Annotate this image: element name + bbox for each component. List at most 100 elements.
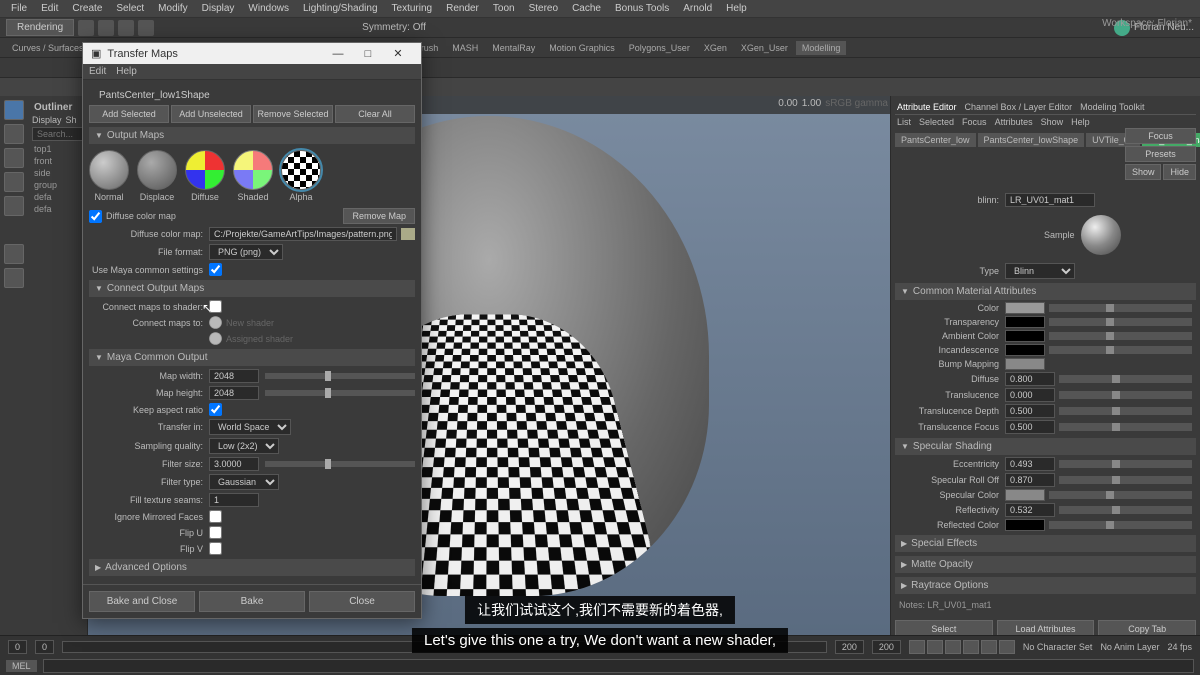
- color-swatch[interactable]: [1005, 358, 1045, 370]
- add-selected-button[interactable]: Add Selected: [89, 105, 169, 123]
- slider[interactable]: [1049, 346, 1192, 354]
- menu-toon[interactable]: Toon: [486, 3, 522, 14]
- section-raytrace[interactable]: Raytrace Options: [895, 577, 1196, 594]
- menu-bonus[interactable]: Bonus Tools: [608, 3, 676, 14]
- outliner-col[interactable]: Display: [32, 115, 62, 125]
- focus-field[interactable]: [1005, 420, 1055, 434]
- bake-button[interactable]: Bake: [199, 591, 305, 612]
- sampling-dropdown[interactable]: Low (2x2): [209, 438, 279, 454]
- mel-label[interactable]: MEL: [6, 660, 37, 672]
- color-swatch[interactable]: [1005, 344, 1045, 356]
- roll-field[interactable]: [1005, 473, 1055, 487]
- ignore-checkbox[interactable]: [209, 510, 222, 523]
- toolbar-icon[interactable]: [138, 20, 154, 36]
- shelf-tab[interactable]: MentalRay: [486, 41, 541, 55]
- color-swatch[interactable]: [1005, 519, 1045, 531]
- menu-edit[interactable]: Edit: [34, 3, 65, 14]
- menu-arnold[interactable]: Arnold: [676, 3, 719, 14]
- slider[interactable]: [1059, 476, 1192, 484]
- transfer-dropdown[interactable]: World Space: [209, 419, 291, 435]
- flipv-checkbox[interactable]: [209, 542, 222, 555]
- move-tool[interactable]: [4, 148, 24, 168]
- section-specular[interactable]: Specular Shading: [895, 438, 1196, 455]
- color-swatch[interactable]: [1005, 489, 1045, 501]
- outliner-item[interactable]: front: [32, 155, 83, 167]
- bc-item[interactable]: PantsCenter_lowShape: [978, 133, 1085, 147]
- shelf-tab[interactable]: Polygons_User: [623, 41, 696, 55]
- attr-menu[interactable]: Help: [1071, 117, 1090, 127]
- slider[interactable]: [1059, 506, 1192, 514]
- map-displace[interactable]: Displace: [137, 150, 177, 202]
- tool[interactable]: [4, 244, 24, 264]
- range-start[interactable]: 0: [8, 640, 27, 654]
- browse-folder-icon[interactable]: [401, 228, 415, 240]
- tool[interactable]: [4, 268, 24, 288]
- remove-selected-button[interactable]: Remove Selected: [253, 105, 333, 123]
- attr-menu[interactable]: List: [897, 117, 911, 127]
- blinn-name-field[interactable]: [1005, 193, 1095, 207]
- tab-attr-editor[interactable]: Attribute Editor: [897, 102, 957, 112]
- toolbar-icon[interactable]: [78, 20, 94, 36]
- slider[interactable]: [265, 461, 415, 467]
- range-end[interactable]: 200: [872, 640, 901, 654]
- load-attrs-button[interactable]: Load Attributes: [997, 620, 1095, 635]
- menu-modify[interactable]: Modify: [151, 3, 194, 14]
- rewind-icon[interactable]: [909, 640, 925, 654]
- map-diffuse[interactable]: Diffuse: [185, 150, 225, 202]
- type-dropdown[interactable]: Blinn: [1005, 263, 1075, 279]
- tab-modeling[interactable]: Modeling Toolkit: [1080, 102, 1144, 112]
- menu-file[interactable]: File: [4, 3, 34, 14]
- map-shaded[interactable]: Shaded: [233, 150, 273, 202]
- maya-common-checkbox[interactable]: [209, 263, 222, 276]
- menu-stereo[interactable]: Stereo: [522, 3, 565, 14]
- menu-display[interactable]: Display: [195, 3, 242, 14]
- color-swatch[interactable]: [1005, 330, 1045, 342]
- slider[interactable]: [1049, 304, 1192, 312]
- presets-button[interactable]: Presets: [1125, 146, 1196, 162]
- bake-close-button[interactable]: Bake and Close: [89, 591, 195, 612]
- step-back-icon[interactable]: [927, 640, 943, 654]
- slider[interactable]: [265, 373, 415, 379]
- fps-dropdown[interactable]: 24 fps: [1167, 642, 1192, 652]
- menu-render[interactable]: Render: [439, 3, 486, 14]
- section-matte[interactable]: Matte Opacity: [895, 556, 1196, 573]
- aspect-checkbox[interactable]: [209, 403, 222, 416]
- lasso-tool[interactable]: [4, 124, 24, 144]
- shelf-tab[interactable]: MASH: [446, 41, 484, 55]
- dialog-titlebar[interactable]: ▣ Transfer Maps — □ ✕: [83, 43, 421, 64]
- vp-gamma[interactable]: sRGB gamma: [825, 98, 888, 112]
- remove-map-button[interactable]: Remove Map: [343, 208, 415, 224]
- slider[interactable]: [1049, 491, 1192, 499]
- outliner-item[interactable]: side: [32, 167, 83, 179]
- shelf-tab[interactable]: XGen: [698, 41, 733, 55]
- target-shape-name[interactable]: PantsCenter_low1Shape: [89, 90, 415, 101]
- section-common-material[interactable]: Common Material Attributes: [895, 283, 1196, 300]
- tab-channel-box[interactable]: Channel Box / Layer Editor: [965, 102, 1073, 112]
- menu-create[interactable]: Create: [65, 3, 109, 14]
- diffuse-field[interactable]: [1005, 372, 1055, 386]
- dialog-help-menu[interactable]: Help: [116, 66, 137, 77]
- clear-all-button[interactable]: Clear All: [335, 105, 415, 123]
- hide-button[interactable]: Hide: [1163, 164, 1196, 180]
- outliner-item[interactable]: defa: [32, 203, 83, 215]
- filter-type-dropdown[interactable]: Gaussian: [209, 474, 279, 490]
- map-normal[interactable]: Normal: [89, 150, 129, 202]
- add-unselected-button[interactable]: Add Unselected: [171, 105, 251, 123]
- depth-field[interactable]: [1005, 404, 1055, 418]
- shelf-tab[interactable]: Motion Graphics: [543, 41, 621, 55]
- minimize-button[interactable]: —: [323, 48, 353, 60]
- outliner-item[interactable]: group: [32, 179, 83, 191]
- close-button[interactable]: Close: [309, 591, 415, 612]
- maximize-button[interactable]: □: [353, 48, 383, 60]
- ecc-field[interactable]: [1005, 457, 1055, 471]
- command-input[interactable]: [43, 659, 1194, 673]
- diffuse-map-checkbox[interactable]: [89, 210, 102, 223]
- section-output-maps[interactable]: Output Maps: [89, 127, 415, 144]
- dialog-edit-menu[interactable]: Edit: [89, 66, 106, 77]
- outliner-col[interactable]: Sh: [66, 115, 77, 125]
- outliner-item[interactable]: top1: [32, 143, 83, 155]
- toolbar-icon[interactable]: [118, 20, 134, 36]
- select-tool[interactable]: [4, 100, 24, 120]
- slider[interactable]: [265, 390, 415, 396]
- rotate-tool[interactable]: [4, 172, 24, 192]
